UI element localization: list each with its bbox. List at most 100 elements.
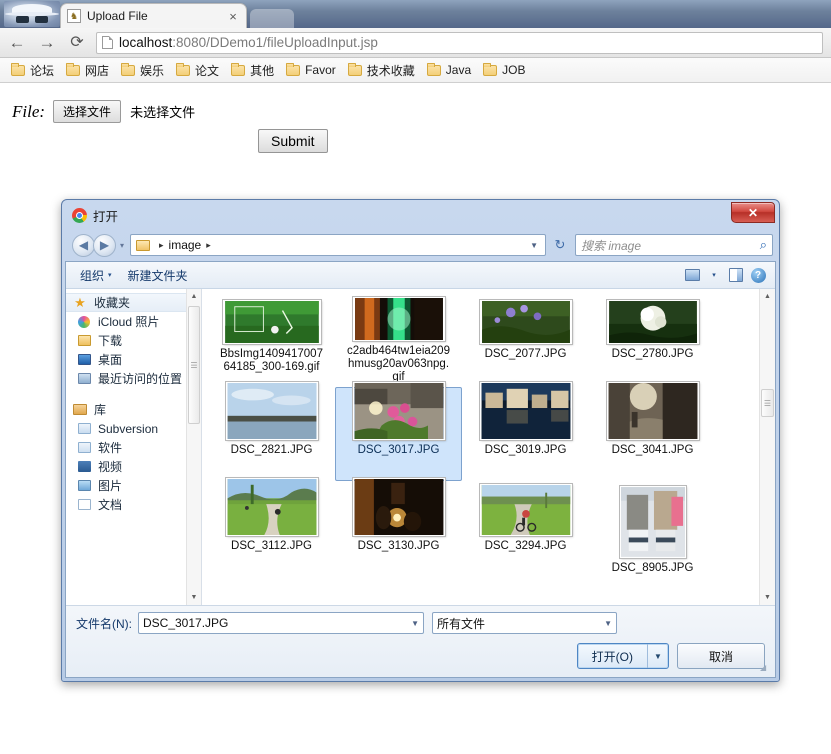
chevron-down-icon: ▾ — [108, 272, 112, 279]
new-folder-button[interactable]: 新建文件夹 — [120, 267, 196, 284]
tab-close-icon[interactable]: × — [226, 9, 240, 24]
file-item[interactable]: c2adb464tw1eia209hmusg20av063npg.gif — [335, 291, 462, 385]
thumbnail-image — [479, 300, 572, 344]
bookmark-item[interactable]: 论坛 — [6, 60, 59, 80]
breadcrumb-image[interactable]: image — [169, 238, 202, 252]
sidebar-item-icloud-photos[interactable]: iCloud 照片 — [66, 312, 201, 331]
view-mode-button[interactable] — [681, 265, 703, 285]
sidebar-item-label: 图片 — [98, 479, 123, 493]
scroll-up-icon[interactable]: ▲ — [760, 289, 775, 304]
browser-tab-upload-file[interactable]: ♞ Upload File × — [60, 3, 247, 28]
folder-icon — [426, 62, 441, 76]
sidebar-item-favorites[interactable]: ★ 收藏夹 — [66, 293, 201, 312]
sidebar-item-documents[interactable]: 文档 — [66, 495, 201, 514]
scroll-up-icon[interactable]: ▲ — [187, 289, 201, 304]
file-item[interactable]: DSC_2077.JPG — [462, 291, 589, 385]
forward-button[interactable]: → — [34, 30, 60, 56]
organize-label: 组织 — [80, 268, 105, 283]
choose-file-button[interactable]: 选择文件 — [53, 100, 122, 123]
new-tab-button[interactable] — [250, 9, 294, 28]
dialog-title: 打开 — [93, 209, 119, 224]
view-mode-caret[interactable]: ▾ — [703, 265, 725, 285]
preview-pane-button[interactable] — [725, 265, 747, 285]
recent-locations-caret-icon[interactable]: ▾ — [116, 234, 128, 257]
back-button[interactable]: ← — [4, 30, 30, 56]
file-item[interactable]: DSC_3112.JPG — [208, 478, 335, 577]
breadcrumb-separator-icon[interactable]: ▸ — [206, 240, 211, 251]
file-list-scrollbar[interactable]: ▲ ☰ ▼ — [759, 289, 775, 605]
new-folder-label: 新建文件夹 — [127, 268, 188, 283]
bookmark-item[interactable]: JOB — [478, 60, 530, 80]
chevron-down-icon[interactable]: ▼ — [600, 619, 612, 628]
file-item[interactable]: DSC_3294.JPG — [462, 483, 589, 577]
organize-menu-button[interactable]: 组织 ▾ — [72, 267, 120, 284]
dialog-back-button[interactable]: ◀ — [72, 233, 95, 257]
file-item[interactable]: DSC_3019.JPG — [462, 382, 589, 481]
sidebar-item-software[interactable]: 软件 — [66, 438, 201, 457]
file-item[interactable]: DSC_3041.JPG — [589, 382, 716, 481]
bookmark-item[interactable]: Java — [422, 60, 476, 80]
bookmark-label: 网店 — [85, 63, 110, 78]
file-item[interactable]: DSC_3130.JPG — [335, 478, 462, 577]
thumbnail — [590, 486, 715, 558]
address-bar[interactable]: localhost:8080/DDemo1/fileUploadInput.js… — [96, 31, 823, 54]
file-name: DSC_3017.JPG — [357, 444, 440, 456]
sidebar-item-recent-places[interactable]: 最近访问的位置 — [66, 369, 201, 388]
filetype-select[interactable]: 所有文件 ▼ — [432, 612, 617, 634]
dialog-close-button[interactable]: ✕ — [731, 202, 775, 223]
thumbnail — [463, 484, 588, 536]
breadcrumb-dropdown-icon[interactable]: ▼ — [530, 241, 542, 250]
filename-input[interactable]: DSC_3017.JPG ▼ — [138, 612, 424, 634]
dialog-forward-button[interactable]: ▶ — [93, 233, 116, 257]
bookmark-item[interactable]: 其他 — [226, 60, 279, 80]
pictures-icon — [76, 479, 92, 493]
chevron-down-icon[interactable]: ▼ — [407, 619, 419, 628]
scrollbar-thumb[interactable]: ☰ — [761, 389, 774, 417]
sidebar-item-label: 库 — [94, 403, 107, 417]
sidebar-item-label: 文档 — [98, 498, 123, 512]
bookmark-item[interactable]: 论文 — [171, 60, 224, 80]
submit-button[interactable]: Submit — [258, 129, 328, 153]
bookmark-item[interactable]: Favor — [281, 60, 341, 80]
bookmark-item[interactable]: 网店 — [61, 60, 114, 80]
file-item[interactable]: DSC_8905.JPG — [589, 483, 716, 577]
scroll-down-icon[interactable]: ▼ — [760, 590, 775, 605]
sidebar-item-videos[interactable]: 视频 — [66, 457, 201, 476]
scroll-down-icon[interactable]: ▼ — [187, 590, 201, 605]
file-item[interactable]: DSC_2780.JPG — [589, 291, 716, 385]
sidebar-item-downloads[interactable]: 下载 — [66, 331, 201, 350]
thumbnail-image — [225, 382, 318, 440]
dialog-titlebar[interactable]: 打开 ✕ — [64, 202, 777, 228]
open-button[interactable]: 打开(O) ▼ — [576, 643, 669, 669]
recent-places-icon — [76, 372, 92, 386]
bookmark-item[interactable]: 娱乐 — [116, 60, 169, 80]
sidebar-item-desktop[interactable]: 桌面 — [66, 350, 201, 369]
navigation-scrollbar[interactable]: ▲ ☰ ▼ — [186, 289, 201, 605]
sidebar-item-subversion[interactable]: Subversion — [66, 419, 201, 438]
reload-button[interactable]: ⟳ — [64, 30, 90, 56]
search-box[interactable]: 搜索 image ⌕ — [575, 234, 773, 256]
file-item[interactable]: DSC_2821.JPG — [208, 382, 335, 481]
open-dropdown-icon[interactable]: ▼ — [648, 644, 668, 668]
thumbnail-image — [222, 300, 321, 344]
breadcrumb-bar[interactable]: ▸ image ▸ ▼ — [130, 234, 546, 256]
scrollbar-thumb[interactable]: ☰ — [188, 306, 200, 424]
resize-grip-icon[interactable]: ◢ — [760, 663, 772, 675]
filename-value: DSC_3017.JPG — [143, 616, 229, 630]
sidebar-item-pictures[interactable]: 图片 — [66, 476, 201, 495]
bookmark-label: JOB — [502, 63, 526, 77]
bookmark-item[interactable]: 技术收藏 — [343, 60, 420, 80]
help-button[interactable]: ? — [747, 265, 769, 285]
folder-icon — [11, 62, 25, 76]
thumbnail — [209, 294, 334, 344]
sidebar-item-label: 软件 — [98, 441, 123, 455]
dialog-panes: ★ 收藏夹 iCloud 照片 下载 桌面 最近访问的位置 库 Subversi… — [66, 289, 775, 605]
cancel-button[interactable]: 取消 — [677, 643, 765, 669]
chrome-logo-icon — [72, 207, 87, 223]
refresh-button[interactable]: ↻ — [549, 234, 571, 256]
file-name: DSC_2780.JPG — [611, 348, 694, 360]
sidebar-item-library[interactable]: 库 — [66, 400, 201, 419]
file-item[interactable]: BbsImg140941700764185_300-169.gif — [208, 291, 335, 385]
search-input[interactable]: 搜索 image — [581, 237, 760, 254]
file-item-selected[interactable]: DSC_3017.JPG — [335, 382, 462, 481]
